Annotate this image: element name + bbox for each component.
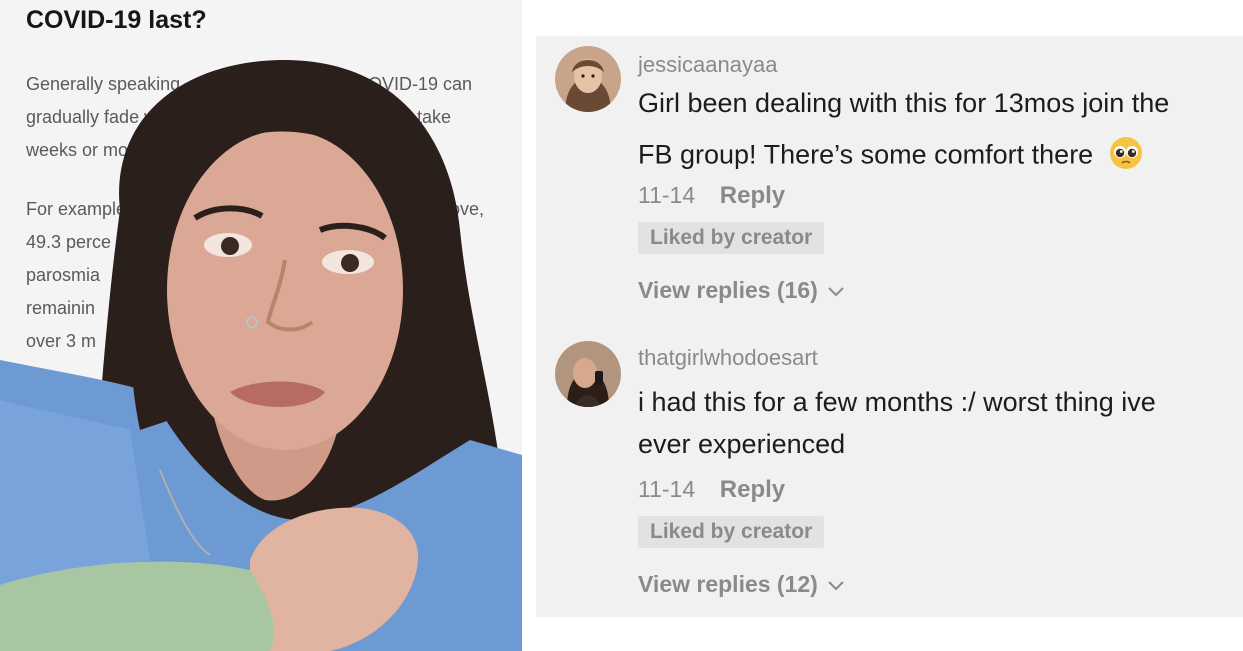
view-replies-label: View replies (12) [638,571,818,597]
liked-by-creator-badge: Liked by creator [638,222,825,254]
comment-meta: 11-14 Reply [638,182,785,210]
view-replies-button[interactable]: View replies (16) [638,277,846,304]
username[interactable]: thatgirlwhodoesart [638,345,818,371]
person-photo [0,59,522,651]
comment-item: thatgirlwhodoesart i had this for a few … [536,331,1243,617]
comment-text-line: ever experienced [638,429,846,459]
reply-button[interactable]: Reply [720,182,785,209]
pleading-face-icon [1109,136,1143,177]
chevron-down-icon [826,277,846,304]
chevron-down-icon [826,571,846,598]
comment-date: 11-14 [638,182,696,208]
view-replies-button[interactable]: View replies (12) [638,571,846,598]
avatar[interactable] [555,46,621,112]
comment-item: jessicaanayaa Girl been dealing with thi… [536,36,1243,326]
comment-text-line: FB group! There’s some comfort there [638,136,1143,177]
username[interactable]: jessicaanayaa [638,52,777,78]
comment-date: 11-14 [638,476,696,502]
comment-text: FB group! There’s some comfort there [638,139,1094,170]
avatar[interactable] [555,341,621,407]
comments-panel: jessicaanayaa Girl been dealing with thi… [536,36,1243,617]
comment-meta: 11-14 Reply [638,476,785,504]
comment-text-line: Girl been dealing with this for 13mos jo… [638,88,1170,118]
view-replies-label: View replies (16) [638,277,818,303]
comment-text-line: i had this for a few months :/ worst thi… [638,387,1156,417]
reply-button[interactable]: Reply [720,476,785,503]
article-screenshot-panel: COVID-19 last? Generally speaking, pa CO… [0,0,522,651]
liked-by-creator-badge: Liked by creator [638,516,825,548]
